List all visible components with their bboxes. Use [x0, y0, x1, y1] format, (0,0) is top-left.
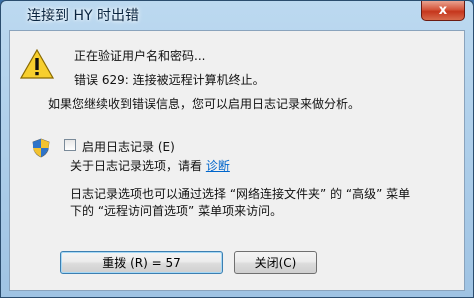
logging-about-prefix: 关于日志记录选项，请看 [70, 159, 203, 173]
error-message: 错误 629: 连接被远程计算机终止。 [74, 73, 265, 87]
logging-about-text: 关于日志记录选项，请看 诊断 [70, 157, 230, 174]
close-button[interactable]: 关闭(C) [234, 251, 317, 274]
window-title: 连接到 HY 时出错 [27, 8, 139, 24]
info-line-1: 日志记录选项也可以通过选择 “网络连接文件夹” 的 “高级” 菜单 [70, 187, 411, 201]
error-dialog-window: 连接到 HY 时出错 x 正在验证用户名和密码... 错误 629: 连接被远程… [0, 0, 474, 298]
warning-icon [20, 49, 54, 79]
hint-message: 如果您继续收到错误信息，您可以启用日志记录来做分析。 [48, 97, 361, 111]
status-message: 正在验证用户名和密码... [74, 49, 206, 63]
enable-logging-label[interactable]: 启用日志记录 (E) [82, 138, 175, 155]
window-close-button[interactable]: x [421, 1, 465, 21]
title-bar[interactable]: 连接到 HY 时出错 x [1, 1, 473, 29]
diagnostics-link[interactable]: 诊断 [206, 159, 230, 173]
uac-shield-icon [32, 138, 50, 158]
dialog-content: 正在验证用户名和密码... 错误 629: 连接被远程计算机终止。 如果您继续收… [9, 30, 465, 291]
redial-button[interactable]: 重拨 (R) = 57 [60, 251, 223, 274]
enable-logging-checkbox[interactable] [64, 139, 76, 151]
info-line-2: 下的 “远程访问首选项” 菜单项来访问。 [70, 204, 283, 218]
